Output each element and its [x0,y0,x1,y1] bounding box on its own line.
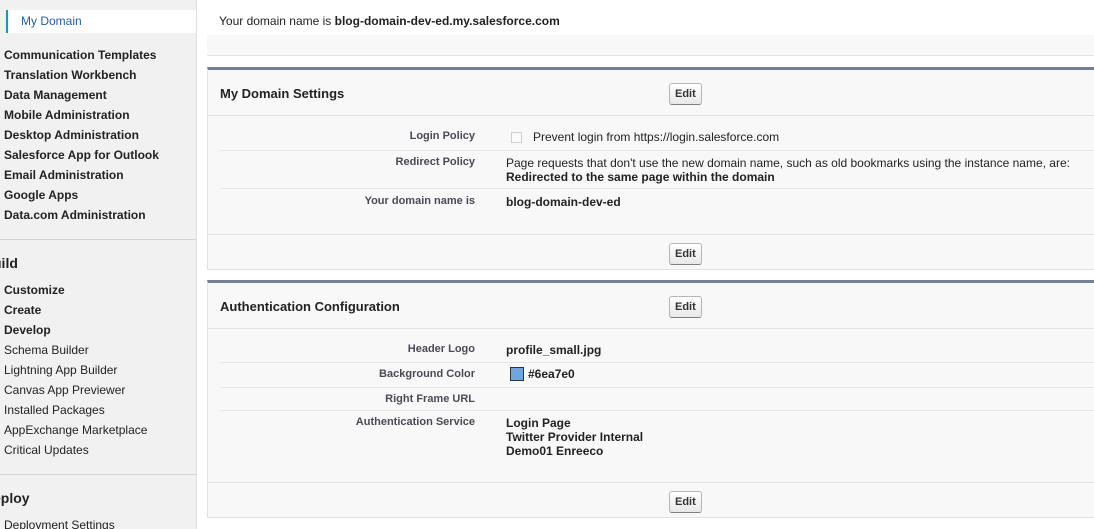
sidebar-divider [0,239,196,240]
sidebar-item-my-domain[interactable]: My Domain [6,10,196,33]
deploy-heading: eploy [0,490,30,506]
domain-name-row: Your domain name is blog-domain-dev-ed [220,189,1094,215]
sidebar-item-canvas-app-previewer[interactable]: Canvas App Previewer [4,380,147,400]
authentication-service-label: Authentication Service [355,416,475,428]
section-footer-divider [208,234,1094,235]
section-title: Authentication Configuration [220,299,400,314]
section-title: My Domain Settings [220,86,345,101]
domain-name-value: blog-domain-dev-ed [506,195,621,209]
login-policy-value: Prevent login from https://login.salesfo… [533,130,780,144]
build-nav-list: Customize Create Develop Schema Builder … [4,280,147,460]
sidebar-item-appexchange-marketplace[interactable]: AppExchange Marketplace [4,420,147,440]
header-logo-value: profile_small.jpg [506,343,602,357]
sidebar-item-lightning-app-builder[interactable]: Lightning App Builder [4,360,147,380]
background-color-row: Background Color #6ea7e0 [220,363,1094,388]
edit-button-bottom[interactable]: Edit [669,243,702,265]
edit-button[interactable]: Edit [669,83,702,105]
authentication-service-row: Authentication Service Login Page Twitte… [220,411,1094,471]
admin-nav-list: Communication Templates Translation Work… [4,45,159,225]
auth-service-item: Twitter Provider Internal [506,430,644,444]
header-logo-row: Header Logo profile_small.jpg [220,338,1094,363]
domain-name-label: Your domain name is [364,195,475,207]
sidebar-item-communication-templates[interactable]: Communication Templates [4,45,159,65]
sidebar-item-deployment-settings[interactable]: Deployment Settings [4,515,115,529]
banner-footer [207,35,1094,56]
redirect-policy-label: Redirect Policy [395,156,475,168]
login-policy-row: Login Policy Prevent login from https://… [220,125,1094,151]
prevent-login-checkbox[interactable] [511,132,522,143]
right-frame-url-label: Right Frame URL [385,393,475,405]
sidebar-item-mobile-administration[interactable]: Mobile Administration [4,105,159,125]
domain-banner-domain: blog-domain-dev-ed.my.salesforce.com [334,14,560,28]
login-policy-label: Login Policy [409,130,475,142]
header-logo-label: Header Logo [407,343,475,355]
sidebar-item-desktop-administration[interactable]: Desktop Administration [4,125,159,145]
sidebar-item-salesforce-app-outlook[interactable]: Salesforce App for Outlook [4,145,159,165]
sidebar-item-customize[interactable]: Customize [4,280,147,300]
sidebar-item-critical-updates[interactable]: Critical Updates [4,440,147,460]
domain-banner: Your domain name is blog-domain-dev-ed.m… [219,0,1094,35]
sidebar-item-schema-builder[interactable]: Schema Builder [4,340,147,360]
sidebar-item-email-administration[interactable]: Email Administration [4,165,159,185]
deploy-nav-list: Deployment Settings [4,515,115,529]
redirect-policy-value: Redirected to the same page within the d… [506,170,775,184]
auth-service-item: Demo01 Enreeco [506,444,604,458]
redirect-policy-row: Redirect Policy Page requests that don't… [220,151,1094,189]
section-header-divider [208,115,1094,116]
sidebar-item-google-apps[interactable]: Google Apps [4,185,159,205]
section-header-divider [208,328,1094,329]
sidebar-item-develop[interactable]: Develop [4,320,147,340]
right-frame-url-row: Right Frame URL [220,388,1094,411]
section-footer-divider [208,482,1094,483]
sidebar-item-installed-packages[interactable]: Installed Packages [4,400,147,420]
my-domain-settings-panel: My Domain Settings Edit Login Policy Pre… [207,67,1094,270]
sidebar-item-datacom-administration[interactable]: Data.com Administration [4,205,159,225]
build-heading: uild [0,255,18,271]
auth-service-item: Login Page [506,416,571,430]
background-color-label: Background Color [379,368,475,380]
domain-banner-prefix: Your domain name is [219,14,335,28]
redirect-policy-text: Page requests that don't use the new dom… [506,156,1070,170]
background-color-value: #6ea7e0 [510,367,575,381]
edit-button-bottom[interactable]: Edit [669,491,702,513]
color-swatch [510,367,524,381]
setup-sidebar: My Domain Communication Templates Transl… [0,0,197,529]
authentication-configuration-panel: Authentication Configuration Edit Header… [207,280,1094,518]
sidebar-item-create[interactable]: Create [4,300,147,320]
sidebar-item-translation-workbench[interactable]: Translation Workbench [4,65,159,85]
sidebar-divider [0,474,196,475]
sidebar-item-data-management[interactable]: Data Management [4,85,159,105]
background-color-hex: #6ea7e0 [528,367,575,381]
edit-button[interactable]: Edit [669,296,702,318]
domain-banner-panel: Your domain name is blog-domain-dev-ed.m… [207,0,1094,56]
